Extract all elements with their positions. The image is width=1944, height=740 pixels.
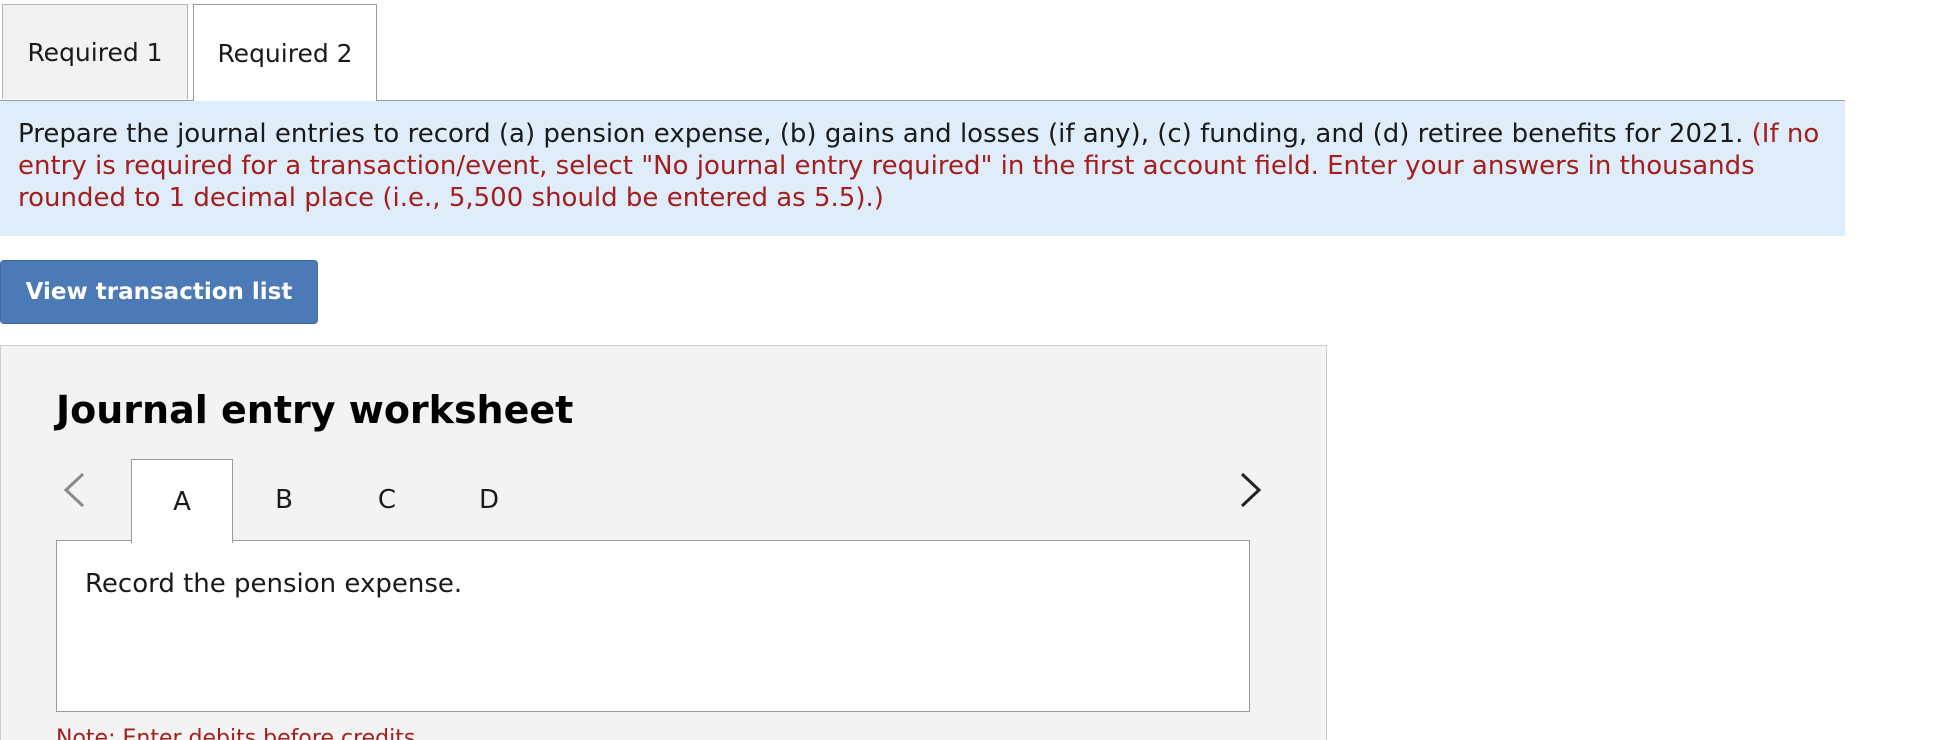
instruction-box: Prepare the journal entries to record (a… — [0, 101, 1845, 236]
page: Required 1 Required 2 Prepare the journa… — [0, 0, 1944, 740]
prev-entry-button[interactable] — [61, 470, 87, 514]
chevron-right-icon — [1240, 472, 1262, 508]
next-entry-button[interactable] — [1238, 470, 1264, 514]
tab-entry-d[interactable]: D — [438, 459, 540, 541]
worksheet-title: Journal entry worksheet — [56, 388, 574, 432]
view-transaction-list-button[interactable]: View transaction list — [0, 260, 318, 324]
entry-content-box: Record the pension expense. — [56, 540, 1250, 712]
tab-entry-c[interactable]: C — [336, 459, 438, 541]
tab-entry-b[interactable]: B — [233, 459, 335, 541]
entry-instruction-text: Record the pension expense. — [85, 569, 463, 599]
tab-entry-a-label: A — [173, 486, 191, 517]
view-transaction-list-label: View transaction list — [25, 279, 293, 305]
required-tabs: Required 1 Required 2 — [0, 0, 1845, 101]
chevron-left-icon — [63, 472, 85, 508]
instruction-main-text: Prepare the journal entries to record (a… — [18, 119, 1744, 149]
tab-entry-a[interactable]: A — [131, 459, 233, 543]
tab-entry-c-label: C — [377, 485, 397, 515]
tab-entry-b-label: B — [275, 485, 293, 515]
tab-required-1-label: Required 1 — [27, 37, 163, 67]
debit-credit-note: Note: Enter debits before credits. — [56, 726, 423, 740]
tab-entry-d-label: D — [478, 485, 500, 515]
tab-required-1[interactable]: Required 1 — [2, 4, 188, 99]
journal-entry-worksheet: Journal entry worksheet A B C D Record t… — [0, 345, 1327, 740]
tab-required-2-label: Required 2 — [217, 38, 353, 68]
tab-required-2[interactable]: Required 2 — [193, 4, 377, 101]
